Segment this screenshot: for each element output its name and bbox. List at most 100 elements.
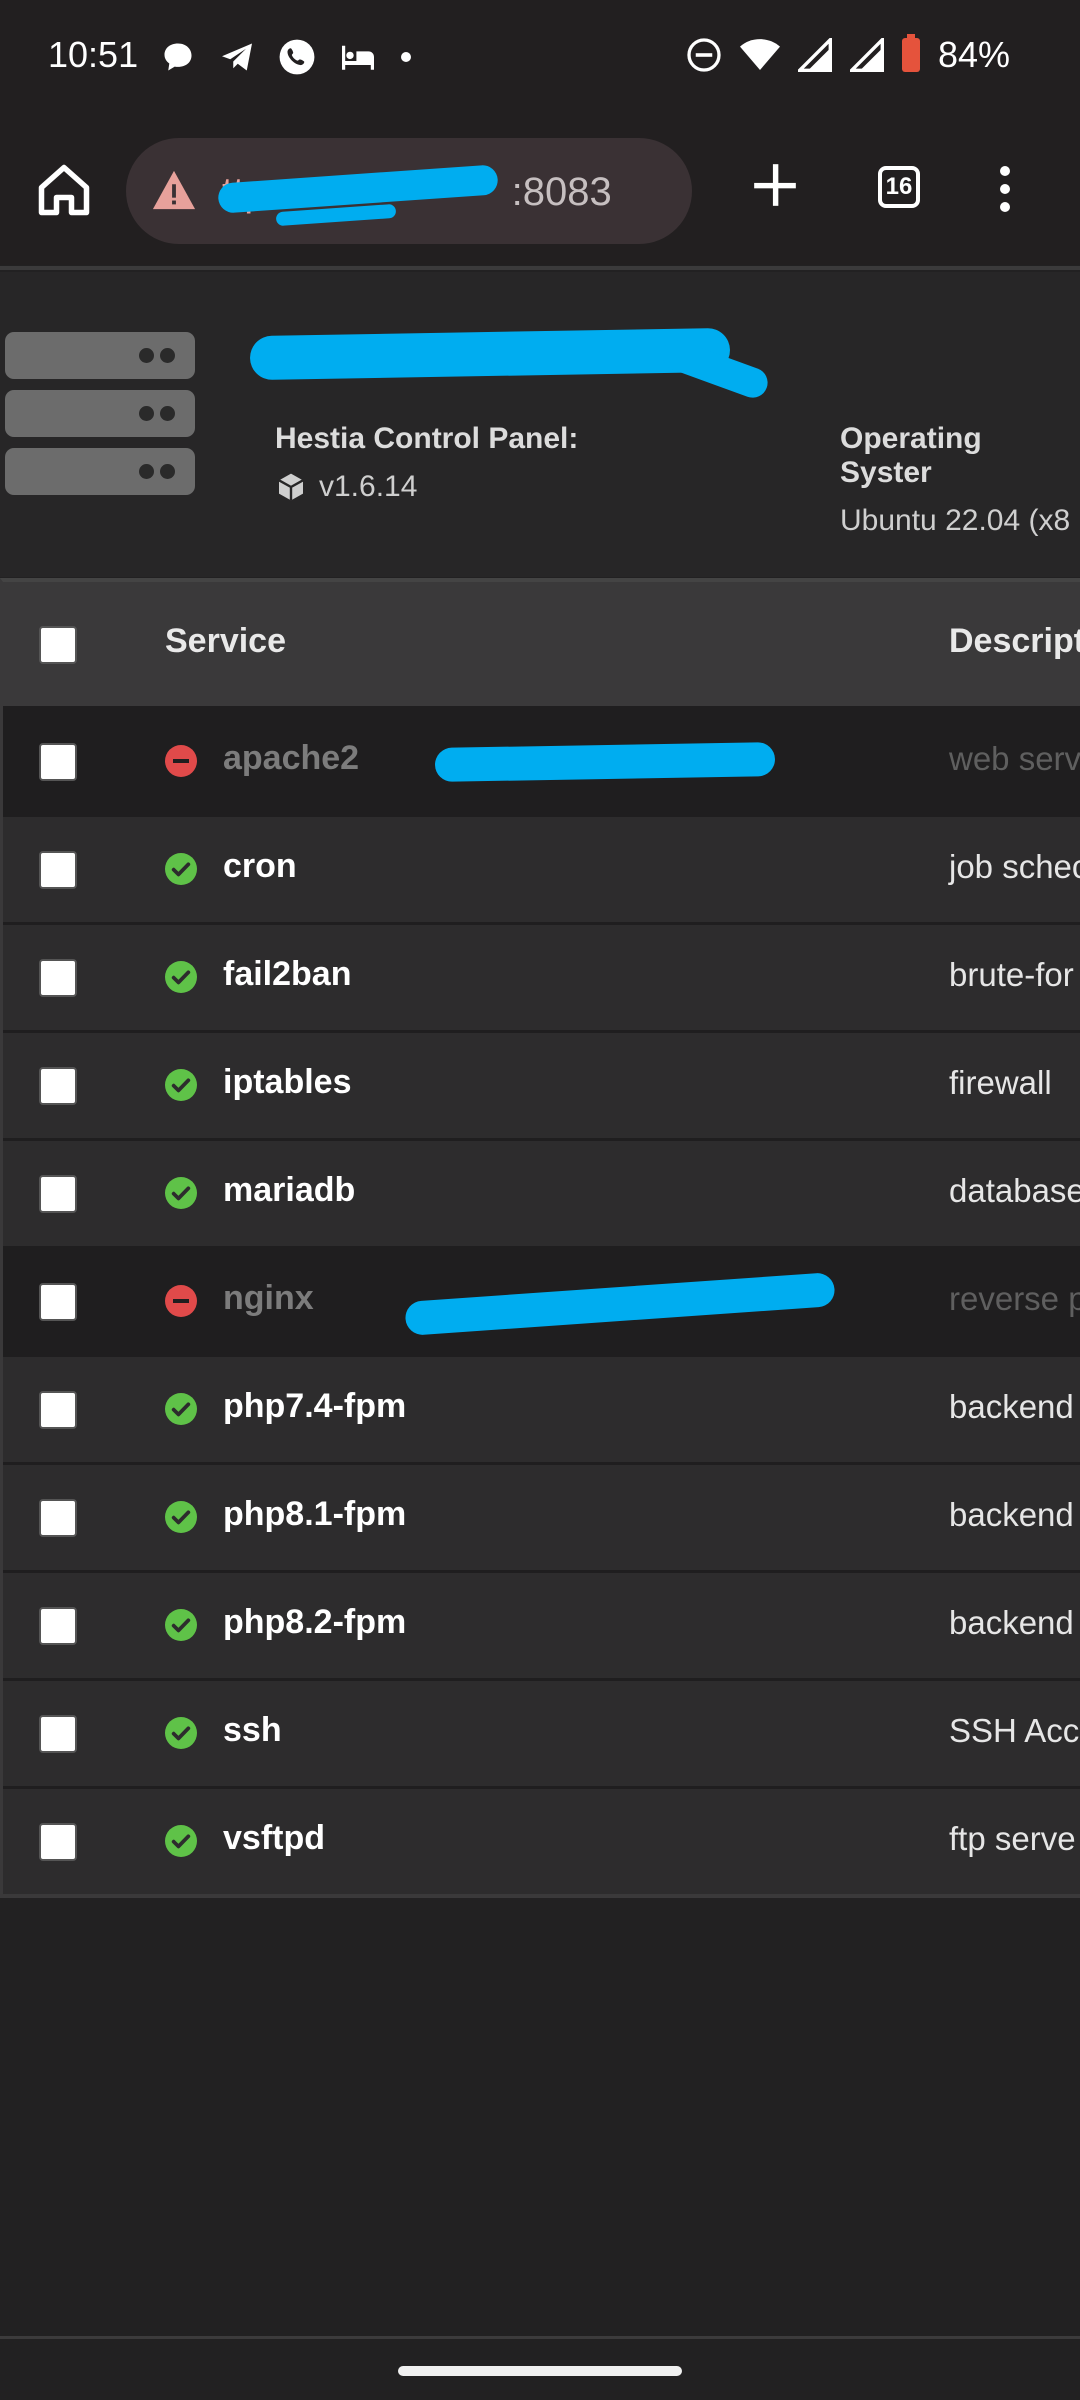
table-row[interactable]: ssh SSH Acce xyxy=(3,1678,1080,1786)
service-description: firewall xyxy=(949,1064,1052,1101)
service-name[interactable]: php8.2-fpm xyxy=(223,1603,406,1642)
service-name[interactable]: iptables xyxy=(223,1063,351,1102)
battery-icon xyxy=(901,34,920,72)
service-description: database xyxy=(949,1172,1080,1209)
service-description: backend xyxy=(949,1604,1074,1641)
service-name[interactable]: php7.4-fpm xyxy=(223,1387,406,1426)
signal-icon xyxy=(797,38,832,72)
running-check-icon xyxy=(165,853,197,885)
os-value: Ubuntu 22.04 (x8 xyxy=(840,504,1071,537)
services-table: Service Descript apache2 web serv cron job … xyxy=(0,578,1080,1898)
row-checkbox[interactable] xyxy=(39,851,77,889)
service-description: reverse p xyxy=(949,1280,1080,1317)
table-row[interactable]: apache2 web serv xyxy=(3,706,1080,814)
service-description: SSH Acce xyxy=(949,1712,1080,1749)
phone-icon xyxy=(279,39,315,75)
home-icon[interactable] xyxy=(34,160,94,220)
running-check-icon xyxy=(165,1717,197,1749)
url-port: :8083 xyxy=(511,170,612,214)
service-description: job schec xyxy=(949,848,1080,885)
bed-icon xyxy=(342,45,374,70)
service-name[interactable]: apache2 xyxy=(223,739,359,778)
gesture-handle[interactable] xyxy=(398,2366,682,2376)
warning-icon[interactable] xyxy=(151,168,197,212)
row-checkbox[interactable] xyxy=(39,1175,77,1213)
running-check-icon xyxy=(165,1393,197,1425)
table-row[interactable]: nginx reverse p xyxy=(3,1246,1080,1354)
table-row[interactable]: php8.1-fpm backend xyxy=(3,1462,1080,1570)
wifi-icon xyxy=(739,39,780,70)
table-body: apache2 web serv cron job schec fail2ban brut… xyxy=(3,706,1080,1894)
os-info: Operating Syster Ubuntu 22.04 (x8 xyxy=(840,422,1080,538)
column-header-service[interactable]: Service xyxy=(165,622,286,661)
row-checkbox[interactable] xyxy=(39,959,77,997)
service-description: ftp serve xyxy=(949,1820,1076,1857)
running-check-icon xyxy=(165,1177,197,1209)
service-description: web serv xyxy=(949,740,1080,777)
cube-icon xyxy=(278,473,304,501)
status-bar: 10:51 84% xyxy=(0,0,1080,120)
row-checkbox[interactable] xyxy=(39,1067,77,1105)
row-checkbox[interactable] xyxy=(39,1499,77,1537)
chat-bubble-icon xyxy=(164,43,192,71)
address-bar[interactable]: ttps::8083 xyxy=(126,138,692,244)
service-description: backend xyxy=(949,1388,1074,1425)
service-name[interactable]: vsftpd xyxy=(223,1819,325,1858)
service-name[interactable]: nginx xyxy=(223,1279,314,1318)
table-row[interactable]: php8.2-fpm backend xyxy=(3,1570,1080,1678)
row-checkbox[interactable] xyxy=(39,743,77,781)
service-name[interactable]: php8.1-fpm xyxy=(223,1495,406,1534)
table-row[interactable]: mariadb database xyxy=(3,1138,1080,1246)
dot-icon xyxy=(401,52,411,62)
signal-icon xyxy=(849,38,884,72)
redaction-mark xyxy=(404,1272,836,1336)
running-check-icon xyxy=(165,1069,197,1101)
status-right-icons: 84% xyxy=(686,34,1010,76)
service-name[interactable]: fail2ban xyxy=(223,955,351,994)
row-checkbox[interactable] xyxy=(39,1715,77,1753)
redaction-mark xyxy=(249,327,731,381)
panel-version-row: v1.6.14 xyxy=(275,470,578,504)
server-header: Hestia Control Panel: v1.6.14 Operating … xyxy=(0,272,1080,577)
service-name[interactable]: ssh xyxy=(223,1711,282,1750)
service-name[interactable]: cron xyxy=(223,847,297,886)
table-header: Service Descript xyxy=(3,582,1080,706)
stopped-minus-icon xyxy=(165,745,197,777)
overflow-menu-icon[interactable] xyxy=(995,162,1015,218)
row-checkbox[interactable] xyxy=(39,1607,77,1645)
status-time: 10:51 xyxy=(48,34,139,75)
nav-divider xyxy=(0,2336,1080,2339)
do-not-disturb-icon xyxy=(687,38,721,72)
row-checkbox[interactable] xyxy=(39,1283,77,1321)
browser-toolbar: ttps::8083 16 xyxy=(0,120,1080,265)
telegram-icon xyxy=(222,43,252,71)
notification-icons xyxy=(160,38,412,76)
new-tab-icon[interactable] xyxy=(750,160,800,210)
tab-count: 16 xyxy=(885,173,913,200)
service-name[interactable]: mariadb xyxy=(223,1171,355,1210)
redaction-mark xyxy=(434,742,776,782)
battery-percent: 84% xyxy=(937,34,1010,75)
column-header-description[interactable]: Descript xyxy=(949,622,1080,661)
select-all-checkbox[interactable] xyxy=(39,626,77,664)
panel-version: v1.6.14 xyxy=(319,470,418,503)
service-description: brute-for xyxy=(949,956,1074,993)
row-checkbox[interactable] xyxy=(39,1823,77,1861)
os-label: Operating Syster xyxy=(840,422,982,489)
table-row[interactable]: cron job schec xyxy=(3,814,1080,922)
table-row[interactable]: iptables firewall xyxy=(3,1030,1080,1138)
running-check-icon xyxy=(165,1825,197,1857)
service-description: backend xyxy=(949,1496,1074,1533)
stopped-minus-icon xyxy=(165,1285,197,1317)
panel-info: Hestia Control Panel: v1.6.14 xyxy=(275,422,578,504)
running-check-icon xyxy=(165,1501,197,1533)
running-check-icon xyxy=(165,961,197,993)
panel-label: Hestia Control Panel: xyxy=(275,422,579,455)
table-row[interactable]: fail2ban brute-for xyxy=(3,922,1080,1030)
table-row[interactable]: php7.4-fpm backend xyxy=(3,1354,1080,1462)
row-checkbox[interactable] xyxy=(39,1391,77,1429)
table-bottom-border xyxy=(3,1894,1080,1898)
tab-switcher-button[interactable]: 16 xyxy=(878,166,920,208)
table-row[interactable]: vsftpd ftp serve xyxy=(3,1786,1080,1894)
running-check-icon xyxy=(165,1609,197,1641)
